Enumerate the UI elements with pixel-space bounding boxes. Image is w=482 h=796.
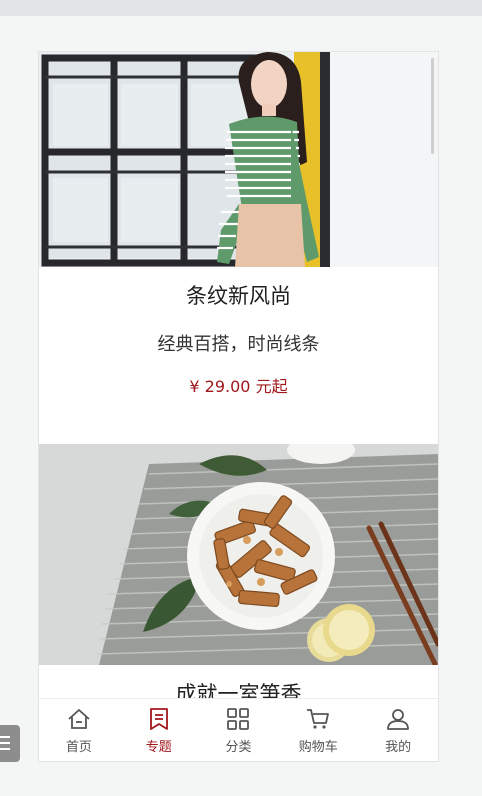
card-title: 条纹新风尚	[186, 284, 291, 308]
bottom-tab-bar: 首页 专题 分类 购物车 我的	[39, 698, 438, 761]
card-image-bamboo-shoots	[39, 444, 438, 665]
card-subtitle: 经典百搭，时尚线条	[157, 334, 320, 355]
tab-label: 购物车	[298, 740, 338, 755]
cart-icon	[307, 709, 330, 729]
top-bar-strip	[0, 0, 482, 16]
scrollbar-thumb[interactable]	[431, 58, 434, 154]
topic-icon	[149, 708, 168, 730]
category-icon	[227, 708, 250, 730]
tab-category[interactable]: 分类	[199, 699, 279, 761]
tab-label: 分类	[225, 740, 252, 755]
card-price: ¥ 29.00 元起	[189, 377, 288, 396]
tab-home[interactable]: 首页	[39, 699, 119, 761]
side-menu-handle[interactable]	[0, 725, 20, 762]
tab-label: 我的	[385, 740, 412, 755]
tab-label: 专题	[145, 740, 172, 755]
tab-cart[interactable]: 购物车	[278, 699, 358, 761]
home-icon	[68, 709, 90, 729]
tab-profile[interactable]: 我的	[358, 699, 438, 761]
profile-icon	[387, 709, 409, 730]
tab-label: 首页	[65, 740, 92, 755]
card-image-woman-striped-shirt	[39, 52, 438, 267]
tab-topic[interactable]: 专题	[119, 699, 199, 761]
topic-card[interactable]: 条纹新风尚 经典百搭，时尚线条 ¥ 29.00 元起	[39, 52, 438, 444]
phone-frame: 条纹新风尚 经典百搭，时尚线条 ¥ 29.00 元起 成就一室笋香 首页 专题 …	[38, 51, 439, 762]
